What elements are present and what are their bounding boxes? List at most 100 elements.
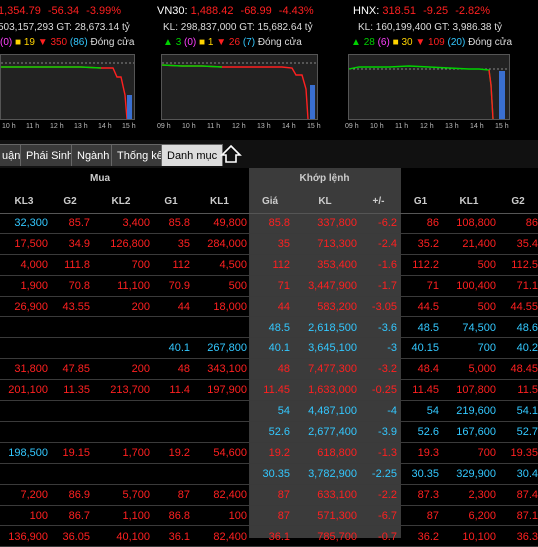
index-vnindex[interactable]: 1,354.79 -56.34 -3.99% 503,157,293 GT: 2… (0, 0, 150, 140)
index-change: -68.99 (241, 5, 272, 17)
index-pct: -4.43% (279, 5, 314, 17)
table-row[interactable]: 17,50034.9126,80035284,00035713,300-2.43… (0, 234, 538, 255)
col-header-price[interactable]: Giá (250, 190, 290, 213)
col-header-g1[interactable]: G1 (152, 190, 190, 213)
index-headline: HNX: 318.51 -9.25 -2.82% (353, 5, 490, 17)
index-breadth: (0) ■ 19 ▼ 350 (86) Đóng cửa (0, 37, 134, 48)
table-row[interactable]: 201,10011.35213,70011.4197,90011.451,633… (0, 380, 538, 401)
cell-sell-g1: 11.45 (402, 380, 439, 401)
table-row[interactable]: 52.62,677,400-3.952.6167,60052.7 (0, 422, 538, 443)
index-headline: 1,354.79 -56.34 -3.99% (0, 5, 121, 17)
cell-volume: 1,633,000 (293, 380, 357, 401)
cell-volume: 337,800 (293, 213, 357, 234)
cell-kl3: 136,900 (0, 527, 48, 547)
cell-price: 44 (250, 297, 290, 318)
cell-price: 36.1 (250, 527, 290, 547)
table-row[interactable]: 136,90036.0540,10036.182,40036.1785,700-… (0, 527, 538, 547)
table-row[interactable]: 198,50019.151,70019.254,60019.2618,800-1… (0, 443, 538, 464)
cell-sell-kl1: 5,000 (442, 359, 496, 380)
table-row[interactable]: 10086.71,10086.810087571,300-6.7876,2008… (0, 506, 538, 527)
cell-sell-g2: 30.4 (498, 464, 538, 485)
cell-volume: 7,477,300 (293, 359, 357, 380)
cell-price: 11.45 (250, 380, 290, 401)
index-volume: 503,157,293 GT: 28,673.14 tỷ (0, 22, 130, 33)
cell-price: 54 (250, 401, 290, 422)
cell-volume: 353,400 (293, 255, 357, 276)
down-arrow-icon: ▼ (415, 37, 425, 48)
table-row[interactable]: 40.1267,80040.13,645,100-340.1570040.2 (0, 338, 538, 359)
cell-sell-kl1: 500 (442, 297, 496, 318)
tab-sectors[interactable]: Ngành (71, 144, 115, 166)
col-header-sell-kl1[interactable]: KL1 (442, 190, 496, 213)
cell-kl2: 3,400 (92, 213, 150, 234)
col-header-kl3[interactable]: KL3 (0, 190, 48, 213)
cell-sell-kl1: 219,600 (442, 401, 496, 422)
cell-volume: 618,800 (293, 443, 357, 464)
cell-change: -3.05 (360, 297, 397, 318)
tab-watchlist[interactable]: Danh mục (161, 144, 223, 166)
index-value: 318.51 (382, 5, 416, 17)
cell-kl3: 17,500 (0, 234, 48, 255)
table-row[interactable]: 544,487,100-454219,60054.1 (0, 401, 538, 422)
home-arrow-icon[interactable] (220, 143, 242, 165)
cell-sell-g2: 19.35 (498, 443, 538, 464)
cell-change: -3.2 (360, 359, 397, 380)
table-row[interactable]: 4,000111.87001124,500112353,400-1.6112.2… (0, 255, 538, 276)
cell-price: 40.1 (250, 338, 290, 359)
index-hnx[interactable]: HNX: 318.51 -9.25 -2.82% KL: 160,199,400… (345, 0, 538, 140)
col-header-sell-g2[interactable]: G2 (498, 190, 538, 213)
cell-g2: 86.9 (50, 485, 90, 506)
cell-sell-g2: 48.45 (498, 359, 538, 380)
cell-kl3: 7,200 (0, 485, 48, 506)
cell-change: -2.4 (360, 234, 397, 255)
group-buy-header: Mua (0, 168, 200, 190)
index-vn30[interactable]: VN30: 1,488.42 -68.99 -4.43% KL: 298,837… (157, 0, 332, 140)
table-row[interactable]: 30.353,782,900-2.2530.35329,90030.4 (0, 464, 538, 485)
col-header-kl1[interactable]: KL1 (192, 190, 247, 213)
table-row[interactable]: 26,90043.552004418,00044583,200-3.0544.5… (0, 297, 538, 318)
group-header-row: Mua Khớp lệnh (0, 168, 538, 190)
col-header-sell-g1[interactable]: G1 (402, 190, 439, 213)
ref-square-icon: ■ (15, 37, 21, 48)
cell-g2: 11.35 (50, 380, 90, 401)
table-row[interactable]: 1,90070.811,10070.9500713,447,900-1.7711… (0, 276, 538, 297)
ref-square-icon: ■ (393, 37, 399, 48)
cell-price: 48 (250, 359, 290, 380)
cell-sell-g2: 86 (498, 213, 538, 234)
cell-sell-g1: 86 (402, 213, 439, 234)
col-header-kl2[interactable]: KL2 (92, 190, 150, 213)
index-value: 1,354.79 (0, 5, 41, 17)
cell-g1: 40.1 (152, 338, 190, 359)
cell-sell-g1: 35.2 (402, 234, 439, 255)
cell-price: 71 (250, 276, 290, 297)
table-row[interactable]: 7,20086.95,7008782,40087633,100-2.287.32… (0, 485, 538, 506)
cell-change: -3.9 (360, 422, 397, 443)
cell-kl3: 4,000 (0, 255, 48, 276)
cell-sell-g1: 54 (402, 401, 439, 422)
cell-sell-g2: 87.1 (498, 506, 538, 527)
cell-kl1: 18,000 (192, 297, 247, 318)
cell-sell-g1: 19.3 (402, 443, 439, 464)
col-header-volume[interactable]: KL (293, 190, 357, 213)
col-header-g2[interactable]: G2 (50, 190, 90, 213)
cell-change: -2.25 (360, 464, 397, 485)
col-header-change[interactable]: +/- (360, 190, 397, 213)
intraday-chart (161, 54, 318, 120)
cell-sell-g1: 87 (402, 506, 439, 527)
cell-kl2: 700 (92, 255, 150, 276)
cell-kl2: 11,100 (92, 276, 150, 297)
table-row[interactable]: 31,80047.8520048343,100487,477,300-3.248… (0, 359, 538, 380)
cell-g1: 112 (152, 255, 190, 276)
cell-price: 35 (250, 234, 290, 255)
table-row[interactable]: 48.52,618,500-3.648.574,50048.6 (0, 318, 538, 339)
cell-kl3: 1,900 (0, 276, 48, 297)
cell-sell-g1: 30.35 (402, 464, 439, 485)
table-row[interactable]: 32,30085.73,40085.849,80085.8337,800-6.2… (0, 213, 538, 234)
cell-sell-kl1: 74,500 (442, 318, 496, 339)
cell-kl1: 100 (192, 506, 247, 527)
cell-kl2: 213,700 (92, 380, 150, 401)
cell-kl2: 1,700 (92, 443, 150, 464)
cell-sell-g2: 48.6 (498, 318, 538, 339)
cell-g2: 36.05 (50, 527, 90, 547)
cell-sell-kl1: 100,400 (442, 276, 496, 297)
